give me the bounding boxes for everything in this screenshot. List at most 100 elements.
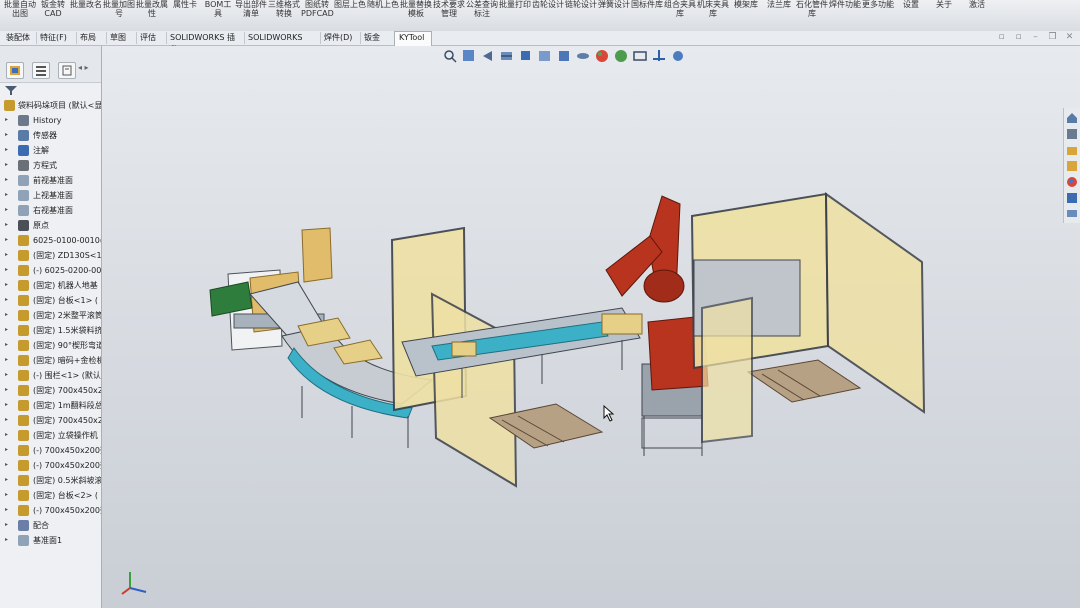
tree-item[interactable]: ▸ (固定) 1.5米袋料挤: [0, 323, 101, 338]
expand-arrow-icon[interactable]: ▸: [5, 461, 8, 468]
ribbon-button[interactable]: 三维格式转换: [268, 0, 300, 18]
expand-arrow-icon[interactable]: ▸: [5, 521, 8, 528]
ribbon-button[interactable]: 链轮设计: [565, 0, 597, 9]
restore-icon[interactable]: ❐: [1048, 33, 1057, 42]
cascade-icon[interactable]: ▫: [1014, 33, 1023, 42]
expand-arrow-icon[interactable]: ▸: [5, 191, 8, 198]
tree-item[interactable]: ▸ (固定) 台板<2> (: [0, 488, 101, 503]
ribbon-button[interactable]: 图纸转PDFCAD: [301, 0, 334, 18]
tree-item[interactable]: ▸ 基准面1: [0, 533, 101, 548]
tree-item[interactable]: ▸ (-) 6025-0200-00(: [0, 263, 101, 278]
tree-item[interactable]: ▸ 注解: [0, 143, 101, 158]
command-tab[interactable]: KYTool: [394, 31, 432, 46]
expand-arrow-icon[interactable]: ▸: [5, 431, 8, 438]
expand-arrow-icon[interactable]: ▸: [5, 416, 8, 423]
expand-arrow-icon[interactable]: ▸: [5, 296, 8, 303]
ribbon-button[interactable]: 批量替换模板: [400, 0, 432, 18]
expand-arrow-icon[interactable]: ▸: [5, 326, 8, 333]
ribbon-button[interactable]: 属性卡: [169, 0, 201, 9]
tree-root[interactable]: 袋料码垛项目 (默认<显: [0, 98, 101, 113]
tree-item[interactable]: ▸ 6025-0100-0010(: [0, 233, 101, 248]
tree-item[interactable]: ▸ (-) 围栏<1> (默认: [0, 368, 101, 383]
property-manager-tab[interactable]: [32, 62, 50, 79]
ribbon-button[interactable]: 齿轮设计: [532, 0, 564, 9]
ribbon-button[interactable]: 机床夹具库: [697, 0, 729, 18]
ribbon-button[interactable]: 导出部件清单: [235, 0, 267, 18]
expand-arrow-icon[interactable]: ▸: [5, 266, 8, 273]
tree-item[interactable]: ▸ (固定) 0.5米斜坡滚: [0, 473, 101, 488]
tree-item[interactable]: ▸ (固定) 机器人地基: [0, 278, 101, 293]
command-tab[interactable]: 装配体: [2, 32, 37, 44]
view-palette-icon[interactable]: [1066, 160, 1078, 172]
ribbon-button[interactable]: 模架库: [730, 0, 762, 9]
custom-properties-icon[interactable]: [1066, 192, 1078, 204]
command-tab[interactable]: 钣金(H): [360, 32, 395, 54]
panel-scroll-arrows[interactable]: ◂ ▸: [78, 63, 98, 76]
expand-arrow-icon[interactable]: ▸: [5, 401, 8, 408]
configuration-tab[interactable]: [58, 62, 76, 79]
tree-item[interactable]: ▸ (固定) 90°楔形弯道: [0, 338, 101, 353]
ribbon-button[interactable]: 随机上色: [367, 0, 399, 9]
tree-item[interactable]: ▸ (固定) 立袋操作机: [0, 428, 101, 443]
ribbon-button[interactable]: 批量改名: [70, 0, 102, 9]
command-tab[interactable]: 布局: [76, 32, 107, 44]
ribbon-button[interactable]: 批量加图号: [103, 0, 135, 18]
ribbon-button[interactable]: 钣金转CAD: [37, 0, 69, 18]
expand-arrow-icon[interactable]: ▸: [5, 251, 8, 258]
ribbon-button[interactable]: 更多功能: [862, 0, 894, 9]
feature-tree-tab[interactable]: [6, 62, 24, 79]
tree-item[interactable]: ▸ (固定) 700x450x2(: [0, 413, 101, 428]
tile-icon[interactable]: ▫: [997, 33, 1006, 42]
tree-item[interactable]: ▸ (固定) ZD130S<1: [0, 248, 101, 263]
ribbon-button[interactable]: BOM工具: [202, 0, 234, 18]
expand-arrow-icon[interactable]: ▸: [5, 491, 8, 498]
ribbon-button[interactable]: 国标件库: [631, 0, 663, 9]
ribbon-button[interactable]: 组合夹具库: [664, 0, 696, 18]
tree-item[interactable]: ▸ 上视基准面: [0, 188, 101, 203]
tree-item[interactable]: ▸ (固定) 1m翻料段总: [0, 398, 101, 413]
tree-item[interactable]: ▸ (-) 700x450x200数: [0, 458, 101, 473]
tree-item[interactable]: ▸ 原点: [0, 218, 101, 233]
expand-arrow-icon[interactable]: ▸: [5, 536, 8, 543]
home-icon[interactable]: [1066, 112, 1078, 124]
command-tab[interactable]: 焊件(D): [320, 32, 361, 44]
expand-arrow-icon[interactable]: ▸: [5, 356, 8, 363]
expand-arrow-icon[interactable]: ▸: [5, 341, 8, 348]
ribbon-button[interactable]: 批量自动出图: [4, 0, 36, 18]
expand-arrow-icon[interactable]: ▸: [5, 146, 8, 153]
ribbon-button[interactable]: 公差查询标注: [466, 0, 498, 18]
expand-arrow-icon[interactable]: ▸: [5, 236, 8, 243]
expand-arrow-icon[interactable]: ▸: [5, 311, 8, 318]
expand-arrow-icon[interactable]: ▸: [5, 221, 8, 228]
ribbon-button[interactable]: 激活: [961, 0, 993, 9]
command-tab[interactable]: 草图: [106, 32, 137, 44]
filter-icon[interactable]: [4, 85, 18, 96]
command-tab[interactable]: 评估: [136, 32, 167, 44]
forum-icon[interactable]: [1066, 208, 1078, 220]
tree-item[interactable]: ▸ History: [0, 113, 101, 128]
ribbon-button[interactable]: 弹簧设计: [598, 0, 630, 9]
command-tab[interactable]: SOLIDWORKS 插件: [166, 32, 245, 54]
ribbon-button[interactable]: 批量改属性: [136, 0, 168, 18]
expand-arrow-icon[interactable]: ▸: [5, 386, 8, 393]
minimize-icon[interactable]: –: [1031, 33, 1040, 42]
ribbon-button[interactable]: 设置: [895, 0, 927, 9]
tree-item[interactable]: ▸ 右视基准面: [0, 203, 101, 218]
expand-arrow-icon[interactable]: ▸: [5, 476, 8, 483]
tree-item[interactable]: ▸ (-) 700x450x200数: [0, 443, 101, 458]
command-tab[interactable]: 特征(F): [36, 32, 77, 44]
tree-item[interactable]: ▸ (固定) 暗码+金检机: [0, 353, 101, 368]
tree-item[interactable]: ▸ (固定) 2米整平滚筒: [0, 308, 101, 323]
ribbon-button[interactable]: 石化管件库: [796, 0, 828, 18]
tree-item[interactable]: ▸ 传感器: [0, 128, 101, 143]
expand-arrow-icon[interactable]: ▸: [5, 371, 8, 378]
ribbon-button[interactable]: 法兰库: [763, 0, 795, 9]
expand-arrow-icon[interactable]: ▸: [5, 176, 8, 183]
file-explorer-icon[interactable]: [1066, 144, 1078, 156]
tree-item[interactable]: ▸ 方程式: [0, 158, 101, 173]
ribbon-button[interactable]: 技术要求管理: [433, 0, 465, 18]
tree-item[interactable]: ▸ 前视基准面: [0, 173, 101, 188]
expand-arrow-icon[interactable]: ▸: [5, 506, 8, 513]
appearances-icon[interactable]: [1066, 176, 1078, 188]
ribbon-button[interactable]: 图层上色: [334, 0, 366, 9]
